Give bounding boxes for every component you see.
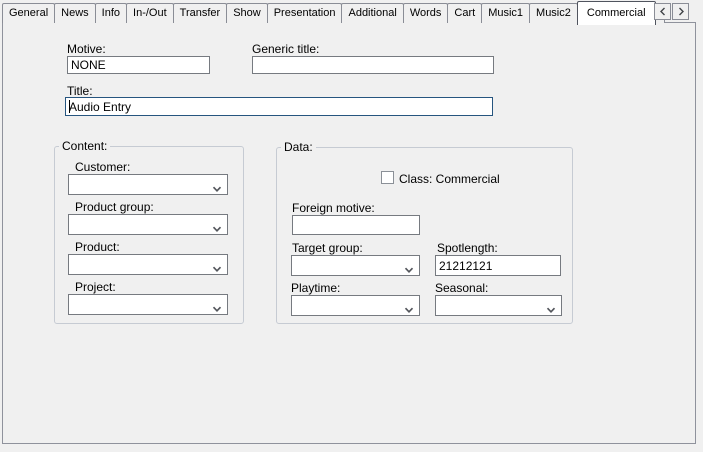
tab-scroll-right-button[interactable] [672, 3, 689, 20]
content-groupbox: Content: Customer: Product group: Produc… [54, 146, 244, 324]
project-dropdown[interactable] [68, 294, 228, 315]
tab-transfer[interactable]: Transfer [173, 3, 228, 23]
generic-title-label: Generic title: [252, 42, 319, 56]
playtime-dropdown[interactable] [291, 295, 420, 316]
chevron-right-icon [677, 7, 685, 16]
commercial-tab-page: Motive: Generic title: Title: Content: C… [2, 22, 696, 444]
chevron-down-icon [212, 182, 222, 189]
spotlength-label: Spotlength: [437, 241, 498, 255]
seasonal-dropdown[interactable] [435, 295, 562, 316]
tab-news[interactable]: News [54, 3, 96, 23]
tab-info[interactable]: Info [95, 3, 127, 23]
tab-additional[interactable]: Additional [341, 3, 403, 23]
target-group-dropdown[interactable] [291, 255, 420, 276]
foreign-motive-input[interactable] [292, 215, 420, 235]
spotlength-input[interactable] [435, 255, 561, 276]
tab-commercial[interactable]: Commercial [577, 1, 656, 25]
chevron-down-icon [212, 302, 222, 309]
seasonal-label: Seasonal: [435, 281, 488, 295]
product-group-dropdown[interactable] [68, 214, 228, 235]
customer-dropdown[interactable] [68, 174, 228, 195]
class-commercial-label: Class: Commercial [399, 172, 500, 186]
tab-words[interactable]: Words [403, 3, 449, 23]
tab-presentation[interactable]: Presentation [267, 3, 343, 23]
foreign-motive-label: Foreign motive: [292, 201, 375, 215]
motive-label: Motive: [67, 42, 106, 56]
tab-in-out[interactable]: In-/Out [126, 3, 174, 23]
chevron-down-icon [212, 262, 222, 269]
title-input[interactable] [65, 97, 493, 116]
chevron-left-icon [659, 7, 667, 16]
generic-title-input[interactable] [252, 56, 494, 74]
customer-label: Customer: [75, 160, 130, 174]
content-group-legend: Content: [59, 139, 110, 153]
data-group-legend: Data: [281, 140, 316, 154]
playtime-label: Playtime: [291, 281, 340, 295]
tab-music2[interactable]: Music2 [529, 3, 578, 23]
target-group-label: Target group: [292, 241, 363, 255]
data-groupbox: Data: Class: Commercial Foreign motive: … [276, 147, 573, 324]
tab-general[interactable]: General [2, 3, 55, 23]
tab-cart[interactable]: Cart [447, 3, 482, 23]
product-label: Product: [75, 240, 120, 254]
tab-show[interactable]: Show [226, 3, 268, 23]
product-dropdown[interactable] [68, 254, 228, 275]
tab-bar: General News Info In-/Out Transfer Show … [2, 0, 703, 24]
product-group-label: Product group: [75, 200, 154, 214]
chevron-down-icon [546, 303, 556, 310]
chevron-down-icon [404, 263, 414, 270]
project-label: Project: [75, 280, 116, 294]
tab-music1[interactable]: Music1 [481, 3, 530, 23]
motive-input[interactable] [67, 56, 210, 74]
chevron-down-icon [404, 303, 414, 310]
chevron-down-icon [212, 222, 222, 229]
text-caret [69, 100, 70, 113]
tab-scroll-left-button[interactable] [654, 3, 671, 20]
title-label: Title: [67, 84, 93, 98]
class-commercial-checkbox[interactable] [381, 171, 394, 184]
